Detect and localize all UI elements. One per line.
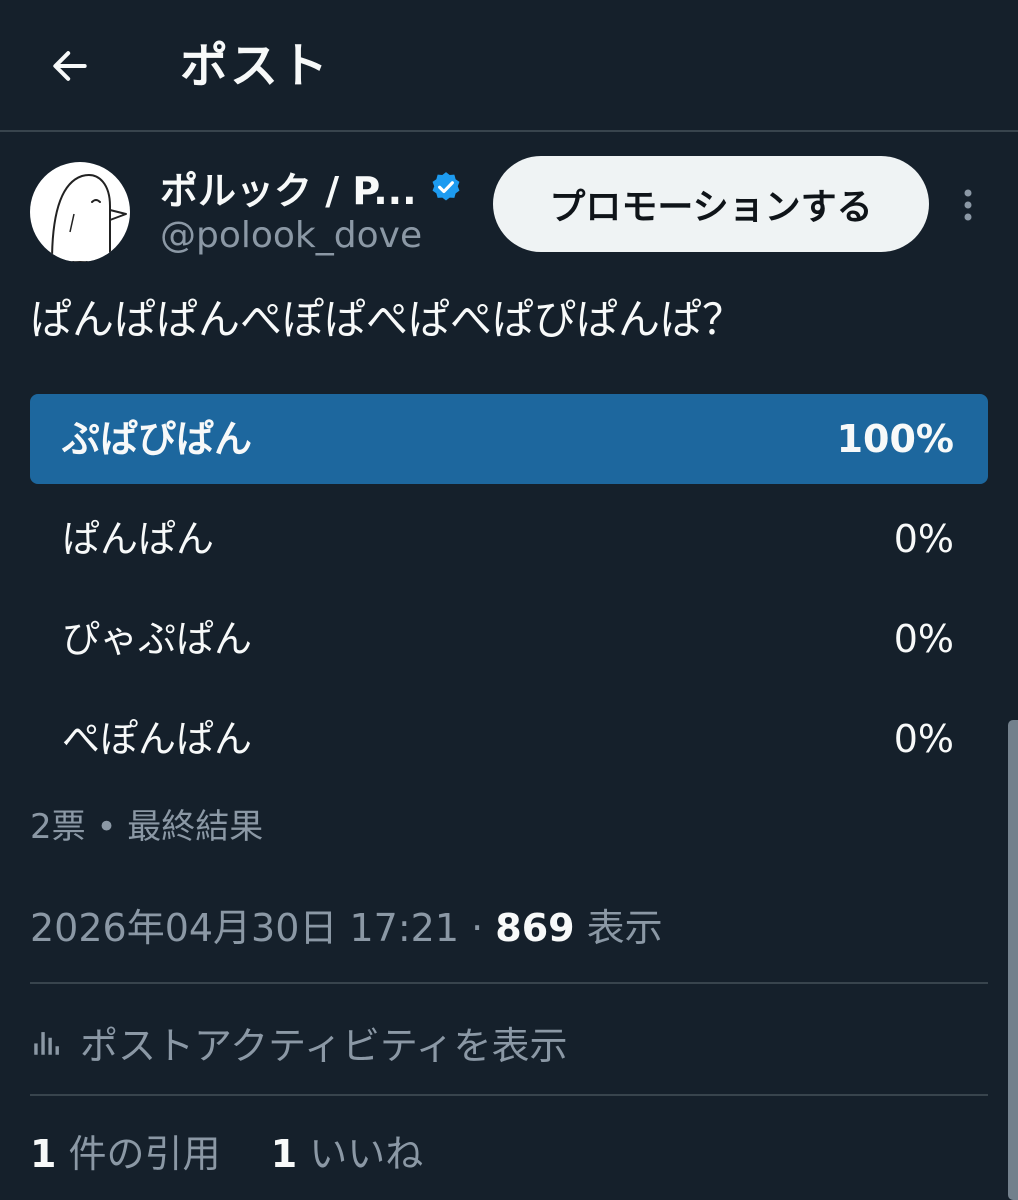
poll-option-percent: 0% (893, 617, 954, 661)
author-name-text: ポルック / P... (160, 168, 417, 213)
promote-button[interactable]: プロモーションする (493, 156, 929, 252)
more-options-button[interactable] (950, 180, 986, 230)
more-vertical-icon (964, 189, 972, 221)
quotes-stat[interactable]: 1 件の引用 (30, 1132, 221, 1176)
post-detail-page: ポスト ポルック / P... @polook_dove プロモーションする ぱ… (0, 0, 1018, 1200)
verified-badge-icon (432, 172, 459, 201)
poll-option-percent: 0% (893, 517, 954, 561)
avatar[interactable] (30, 162, 130, 262)
meta-separator: · (459, 906, 496, 950)
author-name[interactable]: ポルック / P... (160, 164, 463, 213)
divider (30, 982, 988, 984)
arrow-left-icon (53, 51, 87, 81)
poll-option: ぺぽんぱん 0% (30, 694, 988, 784)
poll-option-label: ぺぽんぱん (62, 717, 253, 761)
scrollbar[interactable] (1008, 720, 1018, 1200)
back-button[interactable] (38, 38, 102, 94)
post-activity-label: ポストアクティビティを表示 (80, 1023, 568, 1068)
post-timestamp[interactable]: 2026年04月30日 17:21 (30, 906, 459, 950)
page-title: ポスト (180, 38, 331, 94)
quotes-count: 1 (30, 1132, 57, 1176)
poll-option-percent: 0% (893, 717, 954, 761)
post-text: ぱんぱぱんぺぽぱぺぱぺぱぴぱんぱ？ (30, 295, 745, 344)
likes-stat[interactable]: 1 いいね (271, 1132, 424, 1176)
quotes-label: 件の引用 (56, 1132, 221, 1176)
post-activity-link[interactable]: ポストアクティビティを表示 (30, 1014, 568, 1070)
poll-option: ぷぱぴぱん 100% (30, 394, 988, 484)
poll-summary: 2票 • 最終結果 (30, 807, 264, 847)
divider (30, 1094, 988, 1096)
poll-option-label: ぴゃぷぱん (62, 617, 253, 661)
post-stats: 1 件の引用 1 いいね (30, 1128, 423, 1180)
views-label: 表示 (574, 906, 663, 950)
poll-option: ぴゃぷぱん 0% (30, 594, 988, 684)
poll: ぷぱぴぱん 100% ぱんぱん 0% ぴゃぷぱん 0% ぺぽんぱん 0% (30, 394, 988, 794)
post-meta: 2026年04月30日 17:21 · 869 表示 (30, 902, 663, 954)
likes-count: 1 (270, 1132, 298, 1176)
views-count: 869 (495, 906, 575, 950)
poll-option-label: ぱんぱん (62, 517, 215, 561)
likes-label: いいね (297, 1132, 424, 1176)
bird-avatar-icon (50, 174, 127, 262)
analytics-bar-icon (34, 1032, 59, 1055)
poll-option-label: ぷぱぴぱん (62, 417, 253, 461)
poll-option: ぱんぱん 0% (30, 494, 988, 584)
author-handle[interactable]: @polook_dove (160, 214, 422, 258)
top-bar: ポスト (0, 0, 1018, 132)
poll-option-percent: 100% (836, 417, 954, 461)
